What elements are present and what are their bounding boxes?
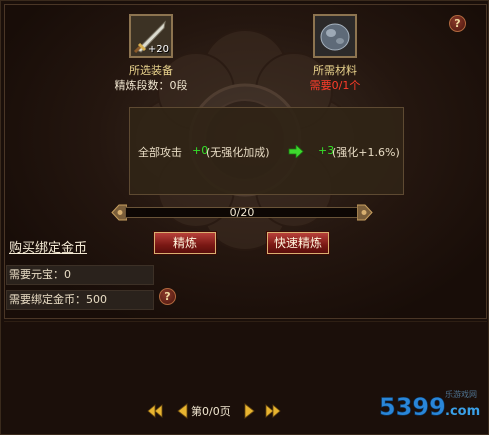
- effect-stat: 全部攻击: [138, 146, 182, 159]
- help-button[interactable]: ?: [449, 15, 466, 32]
- need-gold-field: 需要绑定金币：500: [6, 290, 154, 310]
- buy-gold-link[interactable]: 购买绑定金币: [9, 237, 87, 256]
- equipment-bonus: +20: [147, 44, 169, 55]
- refine-progress-bar: 0/20: [111, 204, 373, 221]
- logo-5399-icon: 5399 .com 乐游戏网: [379, 389, 480, 421]
- material-slot[interactable]: [313, 14, 357, 58]
- refine-level-label: 精炼段数：0段: [114, 79, 188, 92]
- effect-next-note: (强化+1.6%): [332, 146, 400, 159]
- right-arrow-icon: [288, 145, 304, 158]
- refine-window: ? +20 所选装备 精炼段数：0段 所需材料 需要0/1个 全部攻击 +0 (…: [0, 0, 489, 435]
- progress-text: 0/20: [229, 206, 255, 219]
- last-page-icon[interactable]: [265, 404, 281, 418]
- first-page-icon[interactable]: [147, 404, 163, 418]
- need-yuanbao-field: 需要元宝：0: [6, 265, 154, 285]
- effect-box: 全部攻击 +0 (无强化加成) +3 (强化+1.6%): [129, 107, 404, 195]
- svg-text:.com: .com: [445, 404, 480, 419]
- quick-refine-button[interactable]: 快速精炼: [267, 232, 329, 254]
- svg-text:乐游戏网: 乐游戏网: [445, 389, 477, 399]
- effect-row: 全部攻击 +0 (无强化加成) +3 (强化+1.6%): [138, 144, 400, 160]
- ore-icon: [315, 16, 355, 56]
- equipment-slot[interactable]: +20: [129, 14, 173, 58]
- gold-help-button[interactable]: ?: [159, 288, 176, 305]
- material-label: 所需材料: [313, 64, 357, 77]
- material-need: 需要0/1个: [309, 79, 361, 92]
- prev-page-icon[interactable]: [177, 403, 188, 419]
- page-indicator: 第0/0页: [191, 405, 231, 418]
- watermark-logo: 5399 .com 乐游戏网: [377, 381, 489, 425]
- equipment-label: 所选装备: [129, 64, 173, 77]
- svg-text:5399: 5399: [379, 393, 446, 421]
- effect-current-note: (无强化加成): [206, 146, 270, 159]
- next-page-icon[interactable]: [244, 403, 255, 419]
- refine-button[interactable]: 精炼: [154, 232, 216, 254]
